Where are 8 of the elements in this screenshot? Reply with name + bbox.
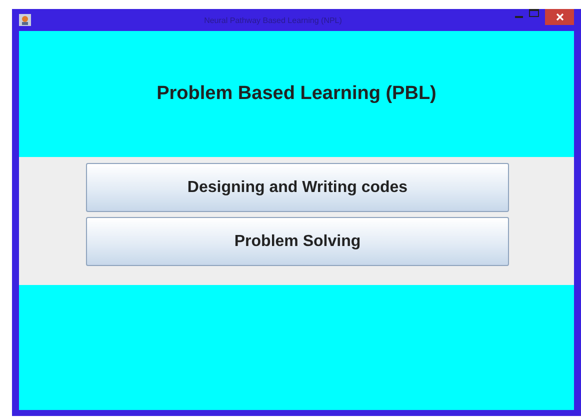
heading: Problem Based Learning (PBL) [156,83,436,105]
app-icon [19,14,31,26]
maximize-icon[interactable] [529,9,539,17]
menu-button[interactable]: Problem Solving [86,217,509,266]
close-button[interactable] [545,9,574,25]
close-icon [556,13,564,21]
menu-button[interactable]: Designing and Writing codes [86,163,509,212]
window-title: Neural Pathway Based Learning (NPL) [203,16,343,24]
